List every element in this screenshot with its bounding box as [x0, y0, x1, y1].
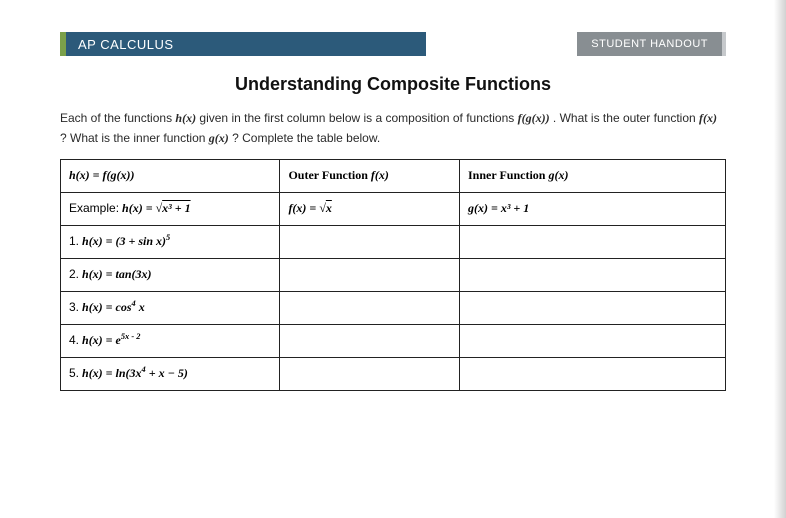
cell-inner — [459, 357, 725, 390]
intro-text: Each of the functions — [60, 111, 175, 125]
cell-hx: 3. h(x) = cos4 x — [61, 291, 280, 324]
intro-text: ? Complete the table below. — [232, 131, 380, 145]
cell-outer — [280, 291, 460, 324]
cell-outer — [280, 357, 460, 390]
intro-gx: g(x) — [209, 131, 229, 145]
cell-outer — [280, 324, 460, 357]
hx-expr: e5x - 2 — [116, 333, 141, 347]
intro-hx: h(x) — [175, 111, 196, 125]
hx-expr: (3 + sin x)5 — [116, 234, 171, 248]
hx-expr: ln(3x4 + x − 5) — [116, 366, 188, 380]
row-number: 4. — [69, 333, 79, 347]
table-row: 4. h(x) = e5x - 2 — [61, 324, 726, 357]
hx-lhs: h(x) = — [82, 234, 116, 248]
cell-outer — [280, 258, 460, 291]
hx-expr: cos4 x — [116, 300, 145, 314]
cell-hx: 5. h(x) = ln(3x4 + x − 5) — [61, 357, 280, 390]
hx-lhs: h(x) = — [82, 300, 116, 314]
outer-lhs: f(x) = — [288, 201, 319, 215]
composite-table: h(x) = f(g(x)) Outer Function f(x) Inner… — [60, 159, 726, 391]
hx-lhs: h(x) = — [82, 333, 116, 347]
cell-hx: 4. h(x) = e5x - 2 — [61, 324, 280, 357]
header-bar: AP CALCULUS STUDENT HANDOUT — [60, 32, 726, 56]
cell-inner — [459, 291, 725, 324]
cell-hx: Example: h(x) = √x³ + 1 — [61, 192, 280, 225]
cell-inner — [459, 258, 725, 291]
page-shadow — [774, 0, 786, 518]
row-number: Example: — [69, 201, 119, 215]
table-row: 2. h(x) = tan(3x) — [61, 258, 726, 291]
cell-hx: 1. h(x) = (3 + sin x)5 — [61, 225, 280, 258]
th-inner-label: Inner Function — [468, 168, 548, 182]
intro-fx: f(x) — [699, 111, 717, 125]
table-row: 5. h(x) = ln(3x4 + x − 5) — [61, 357, 726, 390]
page-title: Understanding Composite Functions — [60, 74, 726, 95]
table-head-row: h(x) = f(g(x)) Outer Function f(x) Inner… — [61, 159, 726, 192]
table-row: 3. h(x) = cos4 x — [61, 291, 726, 324]
th-inner-fn: g(x) — [548, 168, 568, 182]
cell-inner — [459, 225, 725, 258]
header-course: AP CALCULUS — [60, 32, 426, 56]
intro-text: . What is the outer function — [553, 111, 699, 125]
hx-lhs: h(x) = — [82, 267, 116, 281]
hx-lhs: h(x) = — [122, 201, 156, 215]
table-body: Example: h(x) = √x³ + 1f(x) = √xg(x) = x… — [61, 192, 726, 390]
intro-text: ? What is the inner function — [60, 131, 209, 145]
hx-expr: tan(3x) — [116, 267, 152, 281]
cell-outer — [280, 225, 460, 258]
th-inner: Inner Function g(x) — [459, 159, 725, 192]
header-spacer — [426, 32, 577, 56]
table-row: 1. h(x) = (3 + sin x)5 — [61, 225, 726, 258]
outer-expr: √x — [319, 201, 332, 215]
th-outer-fn: f(x) — [371, 168, 389, 182]
table-row: Example: h(x) = √x³ + 1f(x) = √xg(x) = x… — [61, 192, 726, 225]
row-number: 1. — [69, 234, 79, 248]
cell-outer: f(x) = √x — [280, 192, 460, 225]
th-outer-label: Outer Function — [288, 168, 370, 182]
hx-expr: √x³ + 1 — [156, 201, 191, 215]
header-handout: STUDENT HANDOUT — [577, 32, 726, 56]
instructions: Each of the functions h(x) given in the … — [60, 109, 726, 149]
row-number: 3. — [69, 300, 79, 314]
inner-lhs: g(x) = — [468, 201, 501, 215]
worksheet-page: AP CALCULUS STUDENT HANDOUT Understandin… — [0, 0, 786, 411]
th-outer: Outer Function f(x) — [280, 159, 460, 192]
inner-expr: x³ + 1 — [501, 201, 529, 215]
cell-inner: g(x) = x³ + 1 — [459, 192, 725, 225]
intro-text: given in the first column below is a com… — [199, 111, 517, 125]
row-number: 2. — [69, 267, 79, 281]
intro-fgx: f(g(x)) — [518, 111, 550, 125]
cell-inner — [459, 324, 725, 357]
th-hx: h(x) = f(g(x)) — [61, 159, 280, 192]
cell-hx: 2. h(x) = tan(3x) — [61, 258, 280, 291]
hx-lhs: h(x) = — [82, 366, 116, 380]
row-number: 5. — [69, 366, 79, 380]
